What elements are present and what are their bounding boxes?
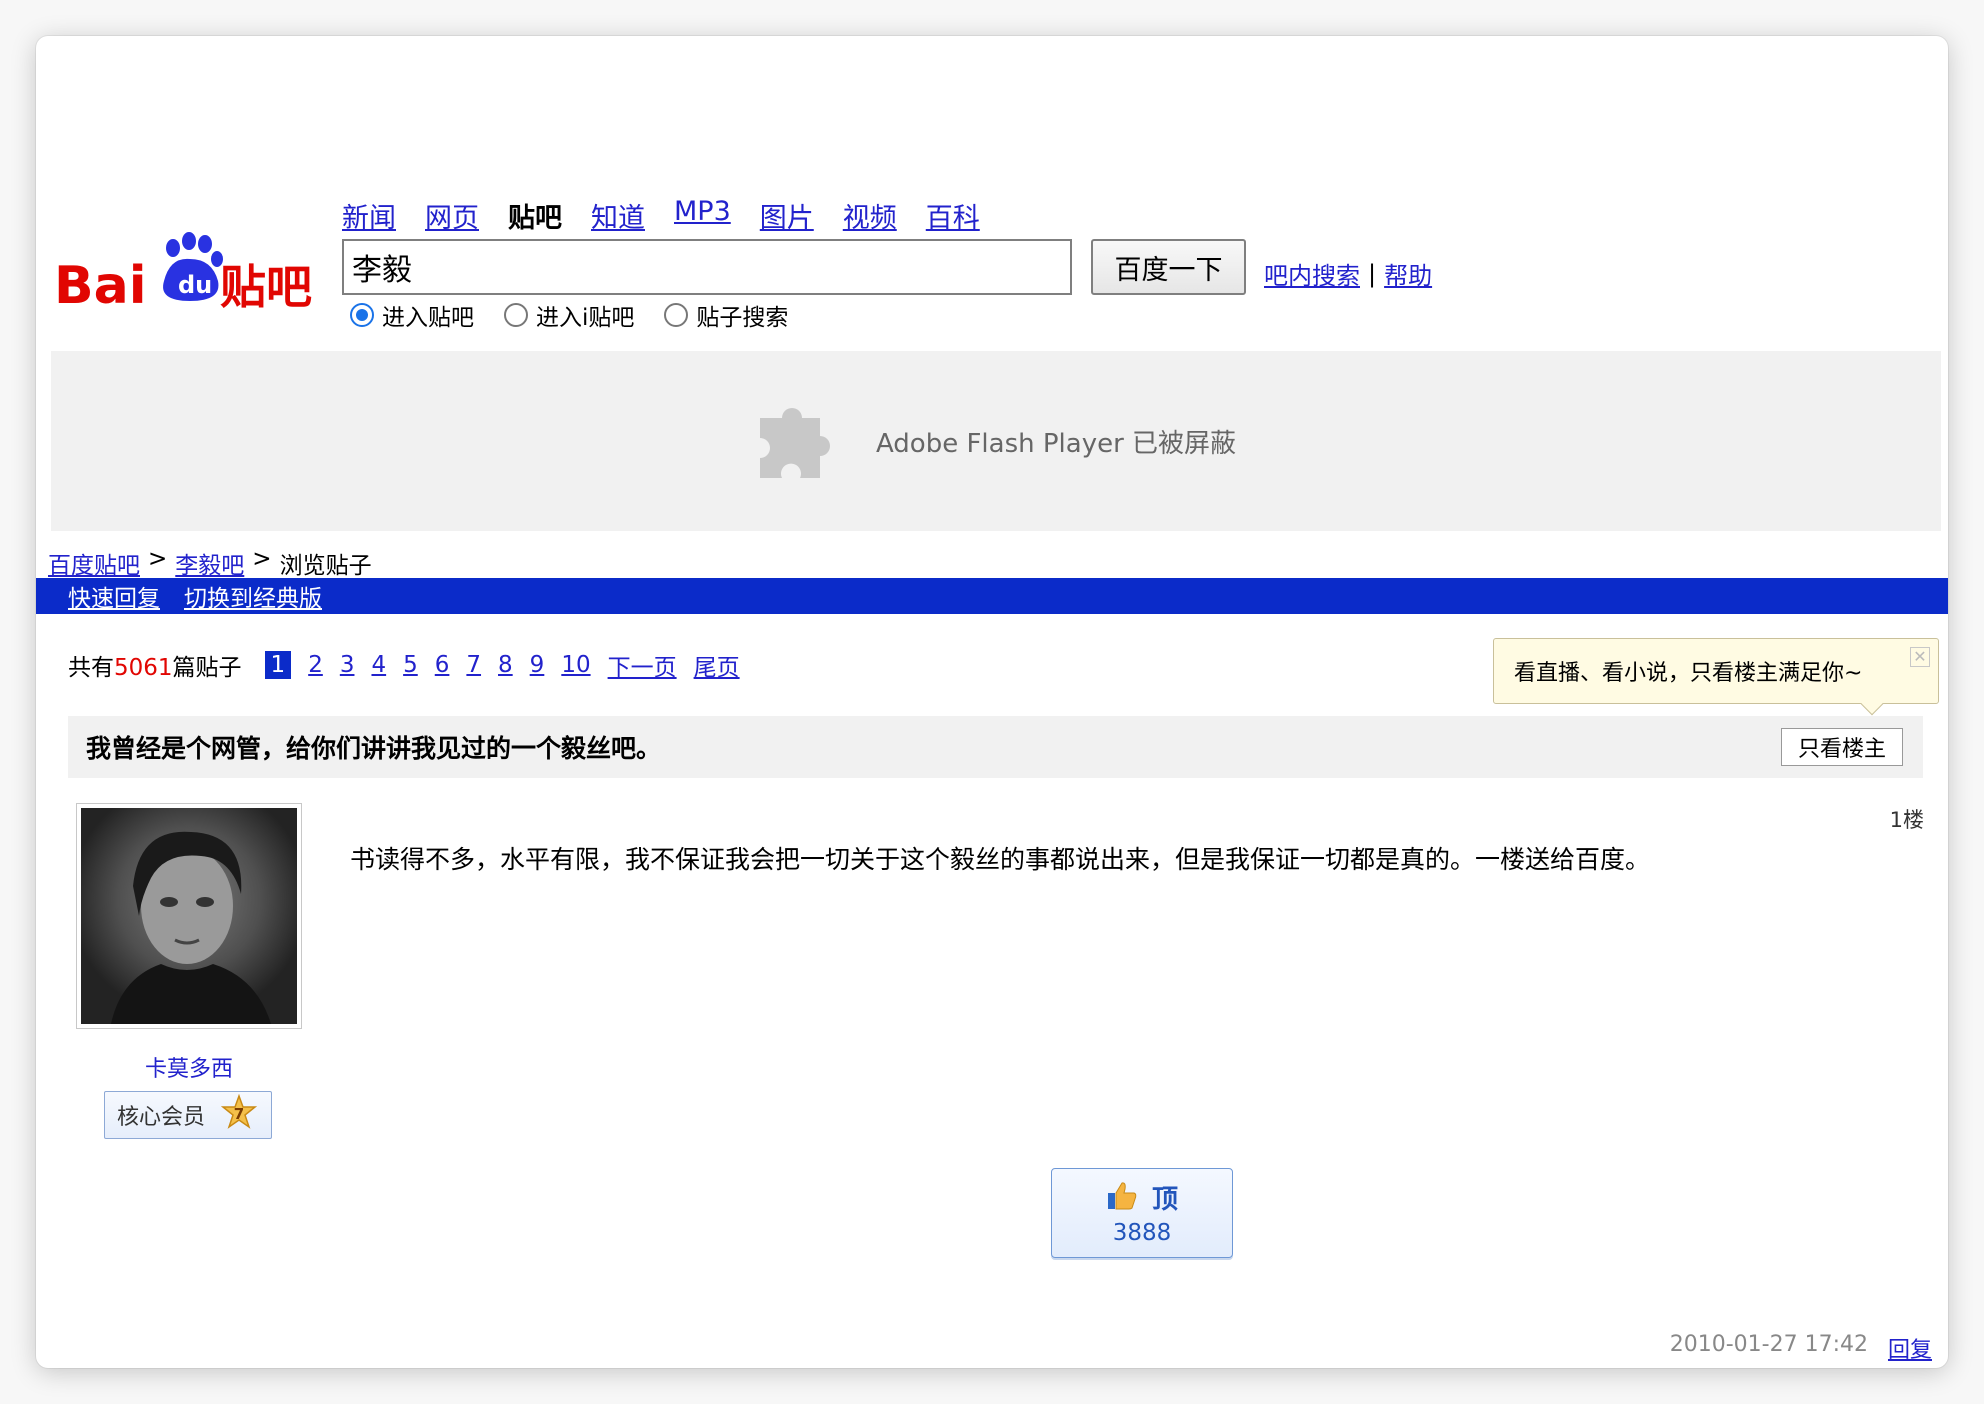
radio-enter-ibar[interactable]: 进入i贴吧: [504, 298, 634, 332]
tooltip-text: 看直播、看小说，只看楼主满足你~: [1514, 661, 1863, 686]
search-button[interactable]: 百度一下: [1091, 239, 1246, 295]
floor-number: 1楼: [1889, 808, 1924, 832]
help-link[interactable]: 帮助: [1384, 256, 1432, 291]
search-input[interactable]: [342, 239, 1072, 295]
nav-video[interactable]: 视频: [843, 196, 897, 236]
only-op-button[interactable]: 只看楼主: [1780, 728, 1903, 766]
nav-baike[interactable]: 百科: [926, 196, 980, 236]
top-nav: 新闻 网页 贴吧 知道 MP3 图片 视频 百科: [342, 196, 980, 236]
page-link[interactable]: 5: [403, 652, 418, 678]
radio-enter-bar[interactable]: 进入贴吧: [350, 298, 474, 332]
tooltip-arrow: [1860, 692, 1884, 716]
nav-mp3[interactable]: MP3: [674, 196, 731, 236]
page-link[interactable]: 10: [561, 652, 590, 678]
post-count-suffix: 篇贴子: [172, 655, 242, 681]
post-count: 共有5061篇贴子: [68, 648, 242, 682]
search-mode-radios: 进入贴吧 进入i贴吧 贴子搜索: [350, 298, 788, 332]
close-icon[interactable]: ✕: [1910, 647, 1930, 667]
page-link[interactable]: 3: [340, 652, 355, 678]
thread-title-bar: 我曾经是个网管，给你们讲讲我见过的一个毅丝吧。 只看楼主: [68, 716, 1923, 778]
nav-web[interactable]: 网页: [425, 196, 479, 236]
post-content: 书读得不多，水平有限，我不保证我会把一切关于这个毅丝的事都说出来，但是我保证一切…: [350, 845, 1651, 874]
member-badge[interactable]: 核心会员 7: [104, 1091, 272, 1139]
nav-news[interactable]: 新闻: [342, 196, 396, 236]
reply-link[interactable]: 回复: [1888, 1332, 1932, 1364]
upvote-label: 顶: [1151, 1185, 1178, 1215]
only-op-tooltip: 看直播、看小说，只看楼主满足你~ ✕: [1493, 638, 1939, 716]
nav-images[interactable]: 图片: [760, 196, 814, 236]
page-link[interactable]: 4: [371, 652, 386, 678]
breadcrumb-sep: >: [252, 546, 272, 572]
avatar[interactable]: [76, 803, 302, 1029]
breadcrumb-bar[interactable]: 李毅吧: [175, 546, 244, 580]
upvote-button[interactable]: 顶 3888: [1051, 1168, 1233, 1258]
baidu-tieba-logo[interactable]: du Bai 贴吧: [52, 201, 330, 351]
svg-text:7: 7: [234, 1105, 244, 1123]
separator: |: [1368, 259, 1377, 288]
nav-tieba-current: 贴吧: [508, 203, 562, 234]
page-link[interactable]: 2: [308, 652, 323, 678]
radio-label: 贴子搜索: [696, 305, 789, 331]
radio-indicator[interactable]: [504, 303, 528, 327]
level-star-icon: 7: [220, 1093, 258, 1136]
in-bar-search-link[interactable]: 吧内搜索: [1264, 256, 1360, 291]
browser-window: du Bai 贴吧 新闻 网页 贴吧 知道 MP3 图片 视频 百科 百度一下 …: [36, 36, 1948, 1368]
action-bar: 快速回复 切换到经典版: [36, 578, 1948, 614]
svg-text:贴吧: 贴吧: [220, 260, 312, 314]
next-page-link[interactable]: 下一页: [608, 648, 677, 682]
radio-post-search[interactable]: 贴子搜索: [664, 298, 788, 332]
search-side-links: 吧内搜索 | 帮助: [1264, 256, 1432, 291]
upvote-count: 3888: [1112, 1220, 1172, 1246]
breadcrumb-current: 浏览贴子: [279, 553, 372, 579]
radio-label: 进入贴吧: [382, 305, 474, 331]
post-footer: 2010-01-27 17:42 回复: [1670, 1332, 1932, 1364]
page-link[interactable]: 6: [435, 652, 450, 678]
quick-reply-link[interactable]: 快速回复: [68, 579, 160, 613]
puzzle-piece-icon: [756, 396, 842, 486]
pagination: 共有5061篇贴子 1 2 3 4 5 6 7 8 9 10 下一页 尾页: [68, 648, 740, 682]
thread-title: 我曾经是个网管，给你们讲讲我见过的一个毅丝吧。: [86, 734, 662, 763]
flash-blocked-message: Adobe Flash Player 已被屏蔽: [875, 428, 1237, 459]
breadcrumb-home[interactable]: 百度贴吧: [48, 546, 140, 580]
radio-indicator[interactable]: [664, 303, 689, 327]
member-label: 核心会员: [117, 1105, 206, 1130]
svg-text:Bai: Bai: [54, 256, 147, 316]
nav-zhidao[interactable]: 知道: [591, 196, 645, 236]
post-count-number: 5061: [114, 655, 173, 681]
page-link[interactable]: 8: [498, 652, 513, 678]
radio-indicator-checked[interactable]: [350, 303, 374, 327]
thumbs-up-icon: [1106, 1181, 1138, 1215]
breadcrumb-sep: >: [148, 546, 168, 572]
post-count-prefix: 共有: [68, 655, 114, 681]
author-name[interactable]: 卡莫多西: [76, 1051, 302, 1083]
page-current: 1: [264, 651, 292, 679]
upvote-row: 顶: [1052, 1179, 1232, 1216]
radio-label: 进入i贴吧: [536, 305, 635, 331]
breadcrumb: 百度贴吧 > 李毅吧 > 浏览贴子: [48, 546, 372, 580]
flash-blocked-placeholder[interactable]: Adobe Flash Player 已被屏蔽: [51, 351, 1941, 531]
page-link[interactable]: 7: [466, 652, 481, 678]
last-page-link[interactable]: 尾页: [694, 648, 740, 682]
svg-text:du: du: [178, 271, 212, 299]
post-time: 2010-01-27 17:42: [1669, 1332, 1868, 1357]
page-link[interactable]: 9: [530, 652, 545, 678]
classic-version-link[interactable]: 切换到经典版: [184, 579, 322, 613]
